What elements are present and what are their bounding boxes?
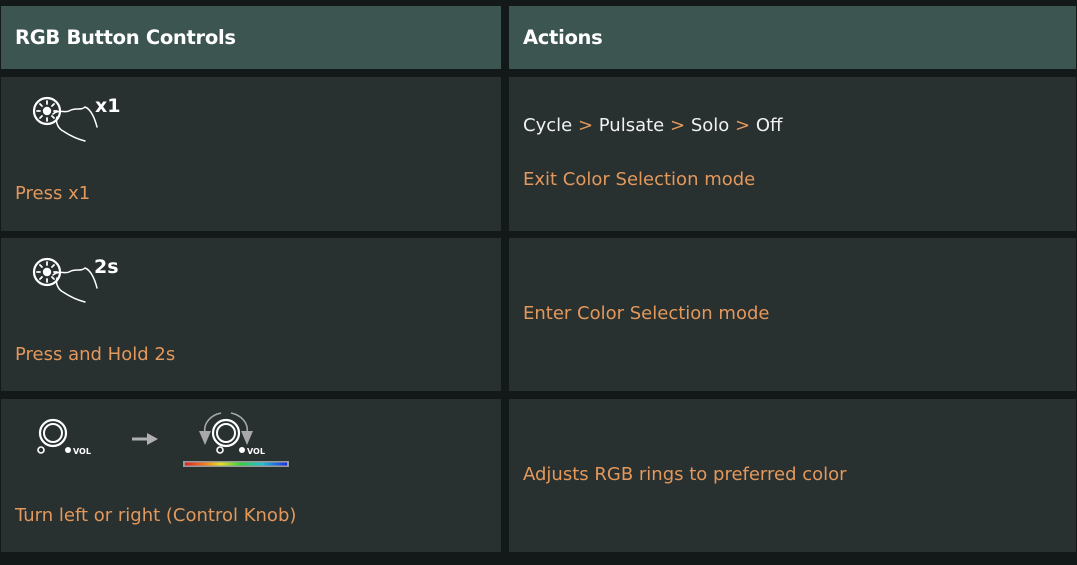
column-header-actions: Actions	[523, 26, 603, 49]
action-enter-color-selection: Enter Color Selection mode	[523, 303, 770, 324]
press-count-badge: x1	[95, 95, 121, 117]
header-cell-controls: RGB Button Controls	[1, 6, 501, 69]
table-row-knob-actions: Adjusts RGB rings to preferred color	[509, 399, 1076, 552]
mode-cycle-sequence: Cycle > Pulsate > Solo > Off	[523, 115, 782, 136]
separator: >	[670, 115, 686, 136]
action-adjust-rgb-rings: Adjusts RGB rings to preferred color	[523, 464, 847, 485]
control-knob-turn-icon: VOL	[181, 409, 296, 475]
table-row-press-control: x1 Press x1	[1, 77, 501, 231]
mode-pulsate: Pulsate	[598, 115, 665, 136]
separator: >	[577, 115, 594, 136]
knob-vol-label: VOL	[247, 447, 265, 456]
mode-off: Off	[755, 115, 783, 136]
arrow-right-icon	[131, 431, 159, 450]
rgb-spectrum-bar	[185, 462, 287, 466]
table-row-hold-control: 2s Press and Hold 2s	[1, 238, 501, 391]
mode-cycle: Cycle	[523, 115, 573, 136]
mode-solo: Solo	[690, 115, 730, 136]
header-cell-actions: Actions	[509, 6, 1076, 69]
press-hold-button-icon	[29, 252, 139, 312]
hold-duration-badge: 2s	[94, 256, 119, 278]
control-label: Press and Hold 2s	[15, 344, 176, 365]
table-row-press-actions: Cycle > Pulsate > Solo > Off Exit Color …	[509, 77, 1076, 231]
table-row-knob-control: VOL VOL Turn left or right (Control Knob…	[1, 399, 501, 552]
press-button-icon	[29, 91, 139, 151]
control-knob-icon: VOL	[35, 417, 105, 463]
control-label: Press x1	[15, 183, 91, 204]
control-label: Turn left or right (Control Knob)	[15, 505, 297, 526]
knob-vol-label: VOL	[73, 447, 91, 456]
table-row-hold-actions: Enter Color Selection mode	[509, 238, 1076, 391]
action-exit-color-selection: Exit Color Selection mode	[523, 169, 756, 190]
column-header-controls: RGB Button Controls	[15, 26, 236, 49]
separator: >	[735, 115, 751, 136]
